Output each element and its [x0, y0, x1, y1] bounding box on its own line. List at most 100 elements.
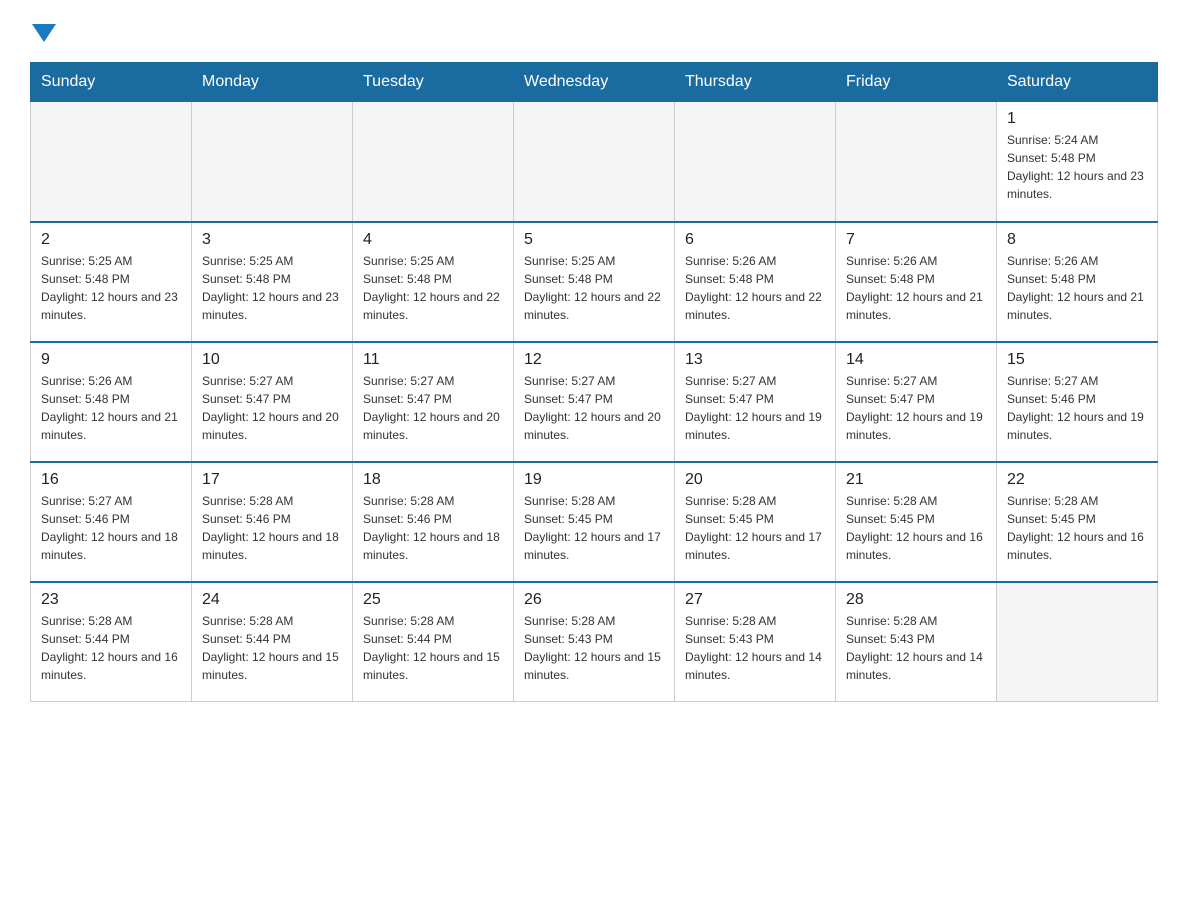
day-number: 13 — [685, 351, 825, 369]
calendar-cell: 21Sunrise: 5:28 AM Sunset: 5:45 PM Dayli… — [836, 462, 997, 582]
day-info: Sunrise: 5:28 AM Sunset: 5:44 PM Dayligh… — [202, 612, 342, 684]
calendar-cell: 1 Sunrise: 5:24 AM Sunset: 5:48 PM Daylig… — [997, 102, 1158, 222]
day-info: Sunrise: 5:26 AM Sunset: 5:48 PM Dayligh… — [1007, 252, 1147, 324]
calendar-cell: 19 Sunrise: 5:28 AM Sunset: 5:45 PM Dayli… — [514, 462, 675, 582]
day-number: 10 — [202, 351, 342, 369]
day-info: Sunrise: 5:27 AM Sunset: 5:46 PM Dayligh… — [41, 492, 181, 564]
day-info: Sunrise: 5:25 AM Sunset: 5:48 PM Dayligh… — [363, 252, 503, 324]
weekday-header-tuesday: Tuesday — [353, 63, 514, 102]
calendar-week-row: 1 Sunrise: 5:24 AM Sunset: 5:48 PM Daylig… — [31, 102, 1158, 222]
day-info: Sunrise: 5:24 AM Sunset: 5:48 PM Dayligh… — [1007, 131, 1147, 203]
calendar-cell — [675, 102, 836, 222]
day-number: 8 — [1007, 231, 1147, 249]
day-number: 20 — [685, 471, 825, 489]
day-number: 9 — [41, 351, 181, 369]
day-number: 2 — [41, 231, 181, 249]
calendar-cell: 18 Sunrise: 5:28 AM Sunset: 5:46 PM Dayli… — [353, 462, 514, 582]
day-info: Sunrise: 5:28 AM Sunset: 5:43 PM Dayligh… — [846, 612, 986, 684]
day-info: Sunrise: 5:28 AM Sunset: 5:44 PM Dayligh… — [363, 612, 503, 684]
day-info: Sunrise: 5:26 AM Sunset: 5:48 PM Dayligh… — [685, 252, 825, 324]
calendar-cell — [31, 102, 192, 222]
calendar-cell: 23 Sunrise: 5:28 AM Sunset: 5:44 PM Dayli… — [31, 582, 192, 702]
day-number: 14 — [846, 351, 986, 369]
calendar-cell: 14 Sunrise: 5:27 AM Sunset: 5:47 PM Dayli… — [836, 342, 997, 462]
calendar-cell — [514, 102, 675, 222]
calendar-cell: 16 Sunrise: 5:27 AM Sunset: 5:46 PM Dayli… — [31, 462, 192, 582]
day-info: Sunrise: 5:28 AM Sunset: 5:45 PM Dayligh… — [846, 492, 986, 564]
day-number: 4 — [363, 231, 503, 249]
calendar-cell: 20 Sunrise: 5:28 AM Sunset: 5:45 PM Dayli… — [675, 462, 836, 582]
day-number: 7 — [846, 231, 986, 249]
day-number: 1 — [1007, 110, 1147, 128]
day-info: Sunrise: 5:27 AM Sunset: 5:46 PM Dayligh… — [1007, 372, 1147, 444]
day-number: 12 — [524, 351, 664, 369]
day-info: Sunrise: 5:27 AM Sunset: 5:47 PM Dayligh… — [524, 372, 664, 444]
day-info: Sunrise: 5:28 AM Sunset: 5:45 PM Dayligh… — [1007, 492, 1147, 564]
day-info: Sunrise: 5:28 AM Sunset: 5:45 PM Dayligh… — [685, 492, 825, 564]
day-info: Sunrise: 5:28 AM Sunset: 5:43 PM Dayligh… — [524, 612, 664, 684]
day-info: Sunrise: 5:28 AM Sunset: 5:46 PM Dayligh… — [363, 492, 503, 564]
day-info: Sunrise: 5:25 AM Sunset: 5:48 PM Dayligh… — [524, 252, 664, 324]
calendar-cell: 9 Sunrise: 5:26 AM Sunset: 5:48 PM Daylig… — [31, 342, 192, 462]
day-number: 3 — [202, 231, 342, 249]
day-info: Sunrise: 5:28 AM Sunset: 5:45 PM Dayligh… — [524, 492, 664, 564]
calendar-cell: 28 Sunrise: 5:28 AM Sunset: 5:43 PM Dayli… — [836, 582, 997, 702]
calendar-cell: 5 Sunrise: 5:25 AM Sunset: 5:48 PM Daylig… — [514, 222, 675, 342]
day-number: 16 — [41, 471, 181, 489]
calendar-cell: 26 Sunrise: 5:28 AM Sunset: 5:43 PM Dayli… — [514, 582, 675, 702]
day-number: 5 — [524, 231, 664, 249]
logo — [30, 20, 56, 42]
weekday-header-thursday: Thursday — [675, 63, 836, 102]
calendar-cell: 15Sunrise: 5:27 AM Sunset: 5:46 PM Dayli… — [997, 342, 1158, 462]
weekday-header-sunday: Sunday — [31, 63, 192, 102]
calendar-cell: 6 Sunrise: 5:26 AM Sunset: 5:48 PM Daylig… — [675, 222, 836, 342]
calendar-cell: 17 Sunrise: 5:28 AM Sunset: 5:46 PM Dayli… — [192, 462, 353, 582]
day-info: Sunrise: 5:26 AM Sunset: 5:48 PM Dayligh… — [41, 372, 181, 444]
day-info: Sunrise: 5:25 AM Sunset: 5:48 PM Dayligh… — [202, 252, 342, 324]
calendar-cell: 24Sunrise: 5:28 AM Sunset: 5:44 PM Dayli… — [192, 582, 353, 702]
weekday-header-row: SundayMondayTuesdayWednesdayThursdayFrid… — [31, 63, 1158, 102]
calendar-week-row: 2 Sunrise: 5:25 AM Sunset: 5:48 PM Daylig… — [31, 222, 1158, 342]
calendar-cell: 13Sunrise: 5:27 AM Sunset: 5:47 PM Dayli… — [675, 342, 836, 462]
calendar-cell — [192, 102, 353, 222]
day-number: 17 — [202, 471, 342, 489]
weekday-header-saturday: Saturday — [997, 63, 1158, 102]
calendar-cell: 8 Sunrise: 5:26 AM Sunset: 5:48 PM Daylig… — [997, 222, 1158, 342]
day-info: Sunrise: 5:27 AM Sunset: 5:47 PM Dayligh… — [846, 372, 986, 444]
day-number: 19 — [524, 471, 664, 489]
calendar-cell: 10Sunrise: 5:27 AM Sunset: 5:47 PM Dayli… — [192, 342, 353, 462]
day-number: 6 — [685, 231, 825, 249]
calendar-week-row: 9 Sunrise: 5:26 AM Sunset: 5:48 PM Daylig… — [31, 342, 1158, 462]
weekday-header-monday: Monday — [192, 63, 353, 102]
day-info: Sunrise: 5:28 AM Sunset: 5:43 PM Dayligh… — [685, 612, 825, 684]
calendar-cell: 27 Sunrise: 5:28 AM Sunset: 5:43 PM Dayli… — [675, 582, 836, 702]
day-number: 22 — [1007, 471, 1147, 489]
calendar-cell: 12 Sunrise: 5:27 AM Sunset: 5:47 PM Dayli… — [514, 342, 675, 462]
day-number: 26 — [524, 591, 664, 609]
calendar-cell — [353, 102, 514, 222]
calendar-cell: 2 Sunrise: 5:25 AM Sunset: 5:48 PM Daylig… — [31, 222, 192, 342]
calendar-cell: 3 Sunrise: 5:25 AM Sunset: 5:48 PM Daylig… — [192, 222, 353, 342]
calendar-cell: 7 Sunrise: 5:26 AM Sunset: 5:48 PM Daylig… — [836, 222, 997, 342]
calendar-week-row: 16 Sunrise: 5:27 AM Sunset: 5:46 PM Dayli… — [31, 462, 1158, 582]
calendar-cell: 25 Sunrise: 5:28 AM Sunset: 5:44 PM Dayli… — [353, 582, 514, 702]
logo-triangle-icon — [32, 24, 56, 42]
day-number: 11 — [363, 351, 503, 369]
calendar-cell: 22 Sunrise: 5:28 AM Sunset: 5:45 PM Dayli… — [997, 462, 1158, 582]
day-info: Sunrise: 5:25 AM Sunset: 5:48 PM Dayligh… — [41, 252, 181, 324]
weekday-header-friday: Friday — [836, 63, 997, 102]
day-number: 25 — [363, 591, 503, 609]
day-info: Sunrise: 5:28 AM Sunset: 5:44 PM Dayligh… — [41, 612, 181, 684]
day-number: 18 — [363, 471, 503, 489]
day-number: 23 — [41, 591, 181, 609]
day-number: 28 — [846, 591, 986, 609]
calendar-week-row: 23 Sunrise: 5:28 AM Sunset: 5:44 PM Dayli… — [31, 582, 1158, 702]
day-info: Sunrise: 5:26 AM Sunset: 5:48 PM Dayligh… — [846, 252, 986, 324]
day-number: 27 — [685, 591, 825, 609]
day-info: Sunrise: 5:28 AM Sunset: 5:46 PM Dayligh… — [202, 492, 342, 564]
day-info: Sunrise: 5:27 AM Sunset: 5:47 PM Dayligh… — [363, 372, 503, 444]
calendar-cell: 4 Sunrise: 5:25 AM Sunset: 5:48 PM Daylig… — [353, 222, 514, 342]
calendar-cell — [836, 102, 997, 222]
calendar-cell — [997, 582, 1158, 702]
calendar-table: SundayMondayTuesdayWednesdayThursdayFrid… — [30, 62, 1158, 702]
